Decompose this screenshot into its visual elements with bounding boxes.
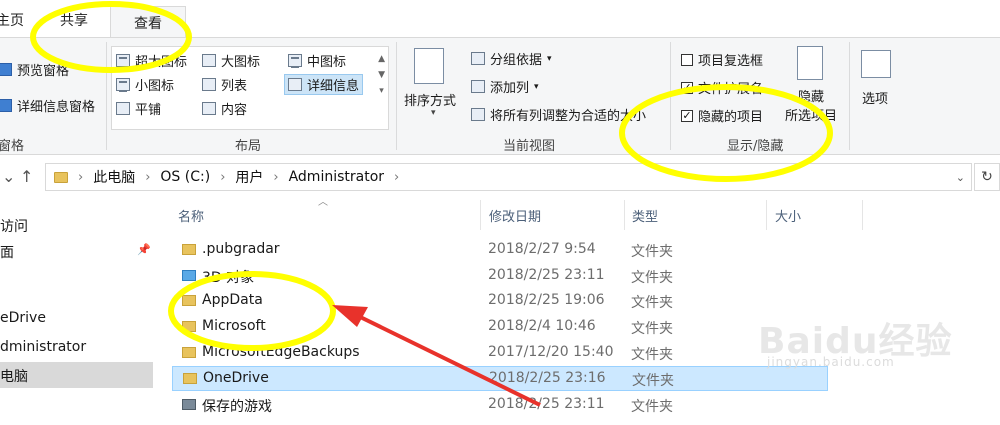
highlight-ellipse-appdata	[168, 271, 336, 351]
highlight-ellipse-tabs	[30, 1, 192, 73]
annotation-overlay	[30, 1, 833, 407]
pointer-arrow-head	[332, 305, 368, 327]
pointer-arrow-line	[349, 310, 541, 407]
highlight-ellipse-show-hide	[619, 84, 833, 182]
